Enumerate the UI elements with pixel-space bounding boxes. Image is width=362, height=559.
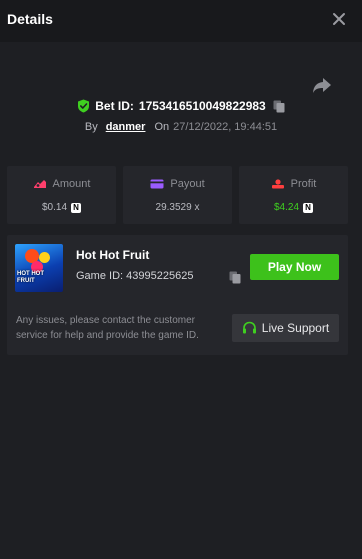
help-text: Any issues, please contact the customer … (16, 315, 199, 341)
share-icon[interactable] (312, 76, 332, 94)
copy-icon[interactable] (273, 100, 285, 113)
close-icon[interactable] (330, 10, 348, 28)
live-support-label: Live Support (261, 321, 330, 335)
coins-icon (271, 179, 284, 189)
payout-label: Payout (170, 178, 205, 190)
profit-value: $4.24 (273, 202, 300, 213)
currency-coin-icon: N (71, 202, 82, 213)
money-icon (33, 180, 46, 188)
page-title: Details (7, 11, 53, 27)
profit-card: Profit $4.24 N (239, 166, 348, 224)
bet-id-value: 1753416510049822983 (138, 99, 266, 113)
copy-icon[interactable] (229, 271, 241, 284)
live-support-button[interactable]: Live Support (232, 314, 339, 342)
amount-value: $0.14 (41, 202, 68, 213)
on-label: On (154, 121, 170, 133)
stats-row: Amount $0.14 N Payout 29.3529 x Profit $… (7, 166, 348, 224)
bet-date: 27/12/2022, 19:44:51 (173, 121, 278, 133)
game-id-value: 43995225625 (126, 270, 194, 282)
verified-shield-icon (78, 99, 90, 113)
amount-label: Amount (52, 178, 91, 190)
bet-id-label: Bet ID: (95, 99, 134, 113)
profit-label: Profit (290, 178, 317, 190)
game-thumbnail[interactable]: HOT HOT FRUIT (15, 244, 63, 292)
payout-value: 29.3529 x (155, 202, 200, 213)
amount-card: Amount $0.14 N (7, 166, 116, 224)
card-icon (150, 179, 164, 189)
details-header: Details (0, 0, 362, 42)
headset-icon (242, 321, 256, 334)
bet-meta-row: By danmer On 27/12/2022, 19:44:51 (0, 121, 362, 137)
game-name: Hot Hot Fruit (76, 248, 150, 262)
payout-card: Payout 29.3529 x (123, 166, 232, 224)
play-now-button[interactable]: Play Now (250, 254, 339, 280)
user-link[interactable]: danmer (106, 121, 146, 133)
game-id-label: Game ID: (76, 270, 124, 282)
bet-id-row: Bet ID: 1753416510049822983 (0, 99, 362, 117)
by-label: By (84, 121, 98, 133)
currency-coin-icon: N (303, 202, 314, 213)
game-id-row: Game ID: 43995225625 (76, 270, 193, 282)
thumbnail-logo-text: HOT HOT FRUIT (17, 271, 44, 284)
game-card: HOT HOT FRUIT Hot Hot Fruit Game ID: 439… (7, 235, 348, 355)
